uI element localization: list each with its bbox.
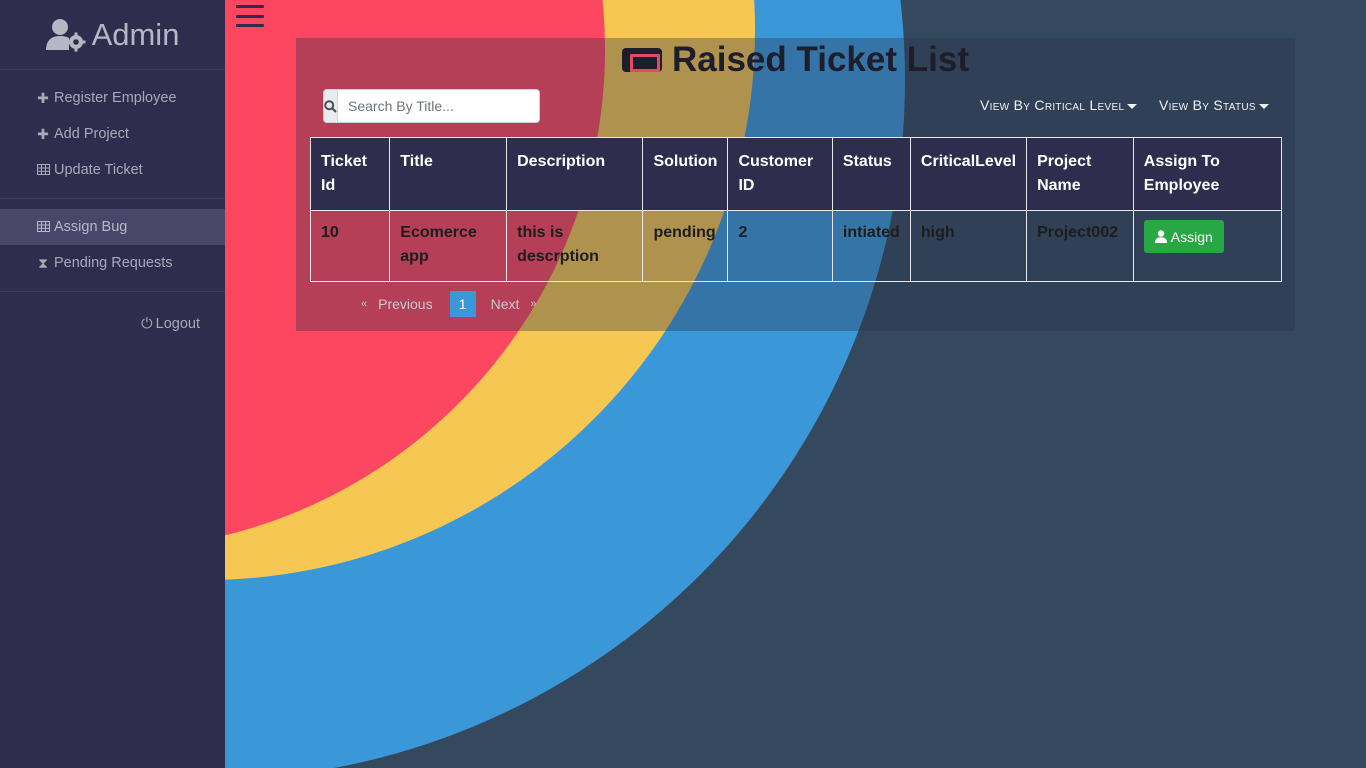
sidebar-item-update-ticket[interactable]: Update Ticket: [0, 152, 225, 188]
brand-title: Admin: [91, 16, 180, 52]
plus-icon: ✚: [37, 125, 49, 142]
table-header-row: Ticket Id Title Description Solution Cus…: [309, 137, 1283, 211]
menu-bar: [236, 14, 264, 18]
cell-ticket-id: 10: [309, 210, 391, 282]
search-box: [323, 89, 540, 123]
column-header-title: Title: [389, 137, 508, 211]
cell-assign: Assign: [1132, 210, 1283, 282]
table-icon: [36, 219, 50, 235]
column-header-solution: Solution: [642, 137, 729, 211]
page-title: Raised Ticket List: [296, 38, 1295, 82]
logout-link[interactable]: ⏻ Logout: [0, 304, 225, 344]
critical-level-dropdown-label: View By Critical Level: [980, 97, 1125, 113]
user-gear-icon: [45, 18, 86, 52]
cell-critical-level: high: [909, 210, 1028, 282]
sidebar-item-label: Pending Requests: [54, 255, 173, 271]
search-input[interactable]: [338, 89, 540, 123]
column-header-description: Description: [506, 137, 644, 211]
column-header-ticket-id: Ticket Id: [309, 137, 391, 211]
search-icon: [324, 99, 337, 113]
pagination-page-current[interactable]: 1: [449, 291, 476, 317]
assign-button-label: Assign: [1170, 228, 1213, 245]
sidebar-item-assign-bug[interactable]: Assign Bug: [0, 209, 225, 245]
status-dropdown-label: View By Status: [1159, 97, 1256, 113]
pagination-next-arrow[interactable]: »: [524, 298, 542, 310]
table-icon: [36, 162, 50, 178]
sidebar-item-pending-requests[interactable]: ⧗ Pending Requests: [0, 245, 225, 281]
table-row: 10 Ecomerce app this is descrption pendi…: [309, 210, 1283, 282]
pagination-previous[interactable]: Previous: [373, 296, 437, 312]
sidebar-item-label: Update Ticket: [54, 162, 143, 178]
pagination-next[interactable]: Next: [486, 296, 525, 312]
cell-project-name: Project002: [1026, 210, 1134, 282]
status-dropdown[interactable]: View By Status: [1159, 97, 1269, 113]
ticket-table: Ticket Id Title Description Solution Cus…: [309, 137, 1283, 282]
ticket-icon: [622, 48, 662, 72]
sidebar-item-label: Assign Bug: [54, 219, 128, 235]
sidebar: Admin ✚ Register Employee ✚ Add Project …: [0, 0, 225, 768]
power-icon: ⏻: [141, 316, 153, 332]
column-header-critical-level: CriticalLevel: [909, 137, 1028, 211]
plus-icon: ✚: [37, 89, 49, 106]
caret-down-icon: [1127, 103, 1138, 109]
sidebar-item-add-project[interactable]: ✚ Add Project: [0, 116, 225, 152]
column-header-project-name: Project Name: [1026, 137, 1134, 211]
cell-customer-id: 2: [727, 210, 833, 282]
nav-group-secondary: Assign Bug ⧗ Pending Requests: [0, 199, 225, 292]
cell-solution: pending: [642, 210, 729, 282]
column-header-status: Status: [831, 137, 911, 211]
critical-level-dropdown[interactable]: View By Critical Level: [980, 97, 1138, 113]
user-icon: [1154, 230, 1167, 243]
hourglass-icon: ⧗: [38, 254, 48, 271]
ticket-panel: Raised Ticket List View By Critical Leve…: [296, 38, 1295, 331]
pagination: « Previous 1 Next »: [355, 291, 543, 317]
pagination-prev-arrow[interactable]: «: [355, 298, 373, 310]
logout-label: Logout: [155, 316, 200, 332]
menu-toggle-icon[interactable]: [236, 5, 264, 27]
search-button[interactable]: [323, 89, 338, 123]
sidebar-item-label: Register Employee: [54, 90, 177, 106]
assign-button[interactable]: Assign: [1143, 220, 1224, 253]
menu-bar: [236, 5, 264, 8]
menu-bar: [236, 24, 264, 27]
sidebar-item-label: Add Project: [54, 126, 129, 142]
brand: Admin: [0, 0, 225, 70]
cell-title: Ecomerce app: [389, 210, 508, 282]
cell-description: this is descrption: [506, 210, 644, 282]
caret-down-icon: [1258, 103, 1269, 109]
column-header-customer-id: Customer ID: [727, 137, 833, 211]
cell-status: intiated: [831, 210, 911, 282]
nav-group-primary: ✚ Register Employee ✚ Add Project Update…: [0, 70, 225, 199]
page-title-text: Raised Ticket List: [672, 40, 969, 79]
sidebar-item-register-employee[interactable]: ✚ Register Employee: [0, 80, 225, 116]
column-header-assign: Assign To Employee: [1132, 137, 1283, 211]
